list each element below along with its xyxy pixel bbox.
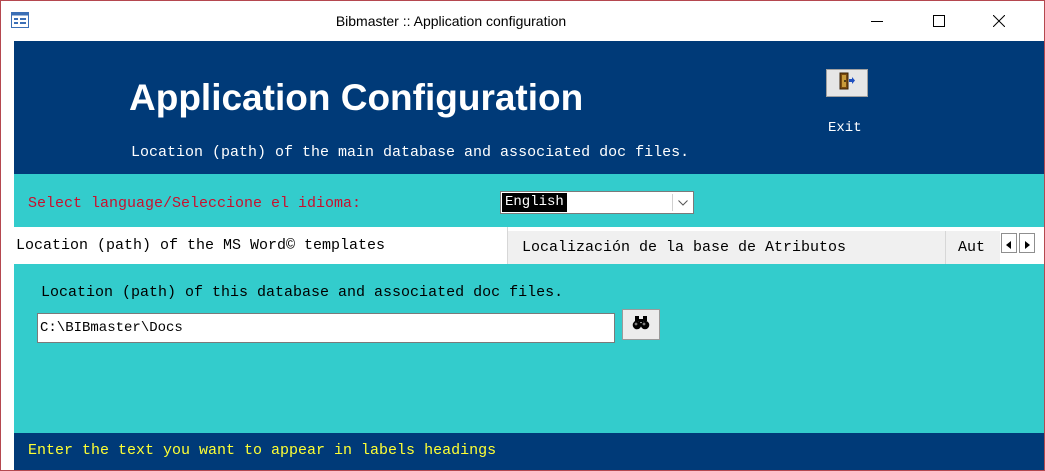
status-text: Enter the text you want to appear in lab… [28,442,497,459]
database-location-label: Location (path) of this database and ass… [41,284,564,301]
tab-word-templates[interactable]: Location (path) of the MS Word© template… [14,227,508,264]
tab-scroll-left-button[interactable] [1001,233,1017,253]
title-bar: Bibmaster :: Application configuration [1,1,1044,41]
page-subtitle: Location (path) of the main database and… [131,144,690,161]
language-select[interactable]: English [500,191,694,214]
database-path-input[interactable]: C:\BIBmaster\Docs [37,313,615,343]
exit-button[interactable] [826,69,868,97]
tab-panel: Location (path) of this database and ass… [14,264,1044,433]
tab-strip: Location (path) of the MS Word© template… [14,227,1044,264]
language-row: Select language/Seleccione el idioma: En… [14,174,1044,227]
close-button[interactable] [976,1,1022,41]
maximize-icon [933,12,945,31]
browse-button[interactable] [622,309,660,340]
minimize-icon [871,12,883,31]
exit-label: Exit [828,120,862,136]
binoculars-icon [632,315,650,334]
form-header: Application Configuration Exit Location … [14,41,1044,174]
window-title: Bibmaster :: Application configuration [335,13,567,29]
app-window: Bibmaster :: Application configuration A… [0,0,1045,471]
language-selected-value: English [502,193,567,212]
close-icon [992,12,1006,31]
status-bar: Enter the text you want to appear in lab… [14,433,1044,470]
tab-scroll-right-button[interactable] [1019,233,1035,253]
maximize-button[interactable] [916,1,962,41]
caret-left-icon [1006,234,1012,253]
language-label: Select language/Seleccione el idioma: [28,195,362,212]
chevron-down-icon[interactable] [672,194,692,211]
exit-door-icon [838,72,856,94]
tab-attributes-database[interactable]: Localización de la base de Atributos [508,231,946,264]
tab-aut[interactable]: Aut [946,231,1000,264]
caret-right-icon [1024,234,1030,253]
page-title: Application Configuration [129,77,584,118]
minimize-button[interactable] [854,1,900,41]
